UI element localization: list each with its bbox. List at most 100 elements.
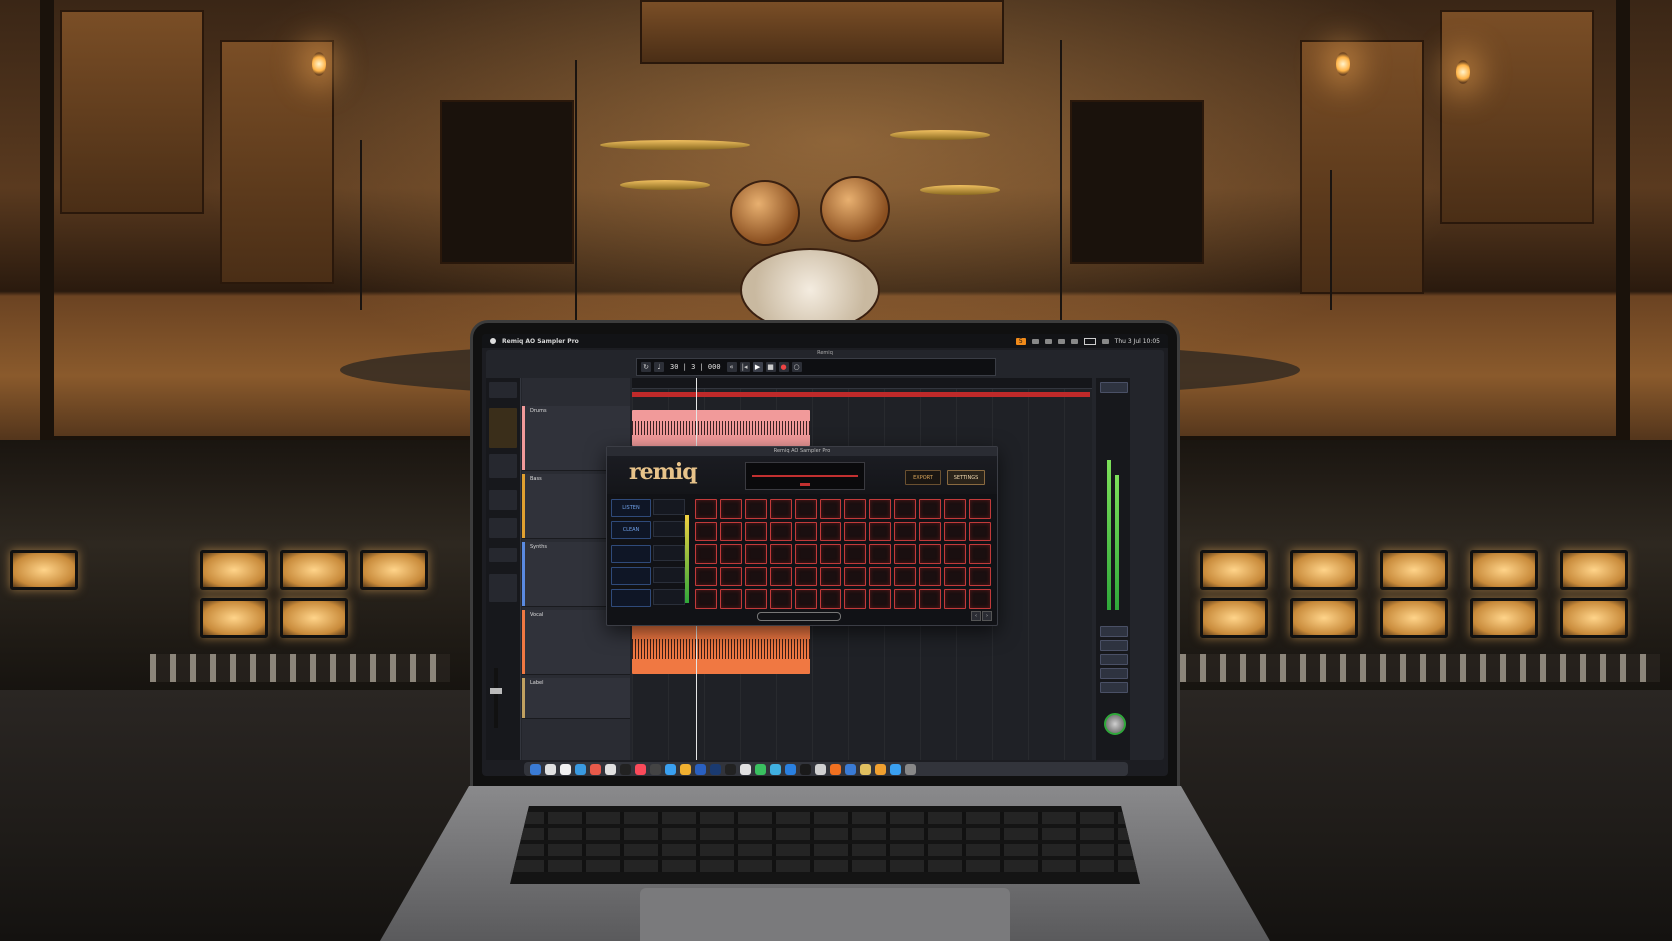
sample-pad[interactable] [719, 589, 742, 609]
sample-pad[interactable] [695, 566, 717, 587]
listen-mode-button[interactable]: LISTEN [611, 499, 651, 517]
sample-pad[interactable] [719, 566, 742, 587]
sample-pad[interactable] [794, 499, 817, 519]
sample-pad[interactable] [969, 521, 991, 542]
rewind-button[interactable]: « [726, 362, 737, 372]
sample-pad[interactable] [844, 499, 867, 519]
dock-app-icon[interactable] [575, 763, 586, 775]
settings-button[interactable]: SETTINGS [947, 470, 985, 485]
dock-app-icon[interactable] [875, 763, 886, 775]
sample-pad[interactable] [794, 589, 817, 609]
dock-app-icon[interactable] [710, 763, 721, 775]
sample-pad[interactable] [844, 521, 867, 542]
plugin-window-title[interactable]: Remiq AO Sampler Pro [607, 447, 997, 456]
sample-pad[interactable] [794, 521, 817, 542]
sample-pad[interactable] [969, 589, 991, 609]
sample-pad[interactable] [919, 566, 942, 587]
sample-pad[interactable] [794, 566, 817, 587]
sample-pad[interactable] [744, 544, 767, 564]
track-name[interactable]: Drums [530, 408, 547, 414]
mode-option-button[interactable] [611, 567, 651, 585]
sample-pad[interactable] [744, 521, 767, 542]
sample-pad[interactable] [944, 544, 967, 564]
sample-pad[interactable] [819, 521, 842, 542]
record-badge[interactable]: 5 [1015, 337, 1026, 345]
mode-option-button[interactable] [611, 589, 651, 607]
track-header[interactable]: Label [522, 678, 630, 719]
dock-app-icon[interactable] [800, 763, 811, 775]
sample-pad[interactable] [769, 544, 792, 564]
sample-pad[interactable] [969, 566, 991, 587]
sample-pad[interactable] [969, 544, 991, 564]
sample-pad[interactable] [894, 544, 917, 564]
dock-app-icon[interactable] [830, 763, 841, 775]
sample-pad[interactable] [719, 521, 742, 542]
sample-pad[interactable] [869, 589, 892, 609]
dock-app-icon[interactable] [545, 763, 556, 775]
cycle-icon[interactable]: ↻ [641, 362, 651, 372]
dock-app-icon[interactable] [665, 763, 676, 775]
sample-pad[interactable] [744, 499, 767, 519]
clean-mode-button[interactable]: CLEAN [611, 521, 651, 539]
inspector-section[interactable] [489, 518, 517, 538]
export-button[interactable]: EXPORT [905, 470, 941, 485]
sample-pad[interactable] [819, 544, 842, 564]
battery-icon[interactable] [1083, 337, 1096, 345]
timeline-ruler[interactable] [632, 378, 1092, 389]
output-option-button[interactable] [1100, 640, 1128, 651]
sample-pad[interactable] [969, 499, 991, 519]
sample-pad[interactable] [744, 589, 767, 609]
sample-pad[interactable] [719, 544, 742, 564]
sample-pad[interactable] [869, 544, 892, 564]
search-icon[interactable] [1101, 338, 1109, 344]
sample-pad[interactable] [695, 521, 717, 542]
sample-pad[interactable] [869, 499, 892, 519]
sample-pad[interactable] [819, 589, 842, 609]
record-button[interactable]: ● [778, 362, 789, 372]
preset-selector[interactable] [757, 612, 841, 621]
dock-app-icon[interactable] [725, 763, 736, 775]
track-name[interactable]: Label [530, 680, 544, 686]
dock-app-icon[interactable] [605, 763, 616, 775]
dock-app-icon[interactable] [785, 763, 796, 775]
track-name[interactable]: Bass [530, 476, 542, 482]
sample-pad[interactable] [794, 544, 817, 564]
sample-pad[interactable] [844, 589, 867, 609]
dock-app-icon[interactable] [650, 763, 661, 775]
plugin-waveform-display[interactable] [745, 462, 865, 490]
track-name[interactable]: Synths [530, 544, 547, 550]
menubar-status-icon[interactable] [1031, 338, 1039, 344]
output-option-button[interactable] [1100, 682, 1128, 693]
sample-pad[interactable] [769, 499, 792, 519]
inspector-plugin-slot[interactable] [489, 408, 517, 448]
sample-pad[interactable] [719, 499, 742, 519]
sample-pad[interactable] [894, 521, 917, 542]
sample-pad[interactable] [744, 566, 767, 587]
dock-app-icon[interactable] [860, 763, 871, 775]
sample-pad[interactable] [894, 566, 917, 587]
loop-button[interactable]: ○ [791, 362, 802, 372]
dock-app-icon[interactable] [620, 763, 631, 775]
sample-pad[interactable] [769, 521, 792, 542]
apple-icon[interactable] [490, 338, 496, 344]
stop-button[interactable]: ■ [765, 362, 776, 372]
prev-page-button[interactable]: ‹ [971, 611, 981, 621]
sample-pad[interactable] [819, 499, 842, 519]
sample-pad[interactable] [844, 544, 867, 564]
dock-app-icon[interactable] [695, 763, 706, 775]
output-option-button[interactable] [1100, 654, 1128, 665]
dock-app-icon[interactable] [890, 763, 901, 775]
audio-clip[interactable] [632, 410, 810, 446]
output-option-button[interactable] [1100, 626, 1128, 637]
dock-app-icon[interactable] [635, 763, 646, 775]
output-routing-icon[interactable] [1100, 382, 1128, 393]
next-page-button[interactable]: › [982, 611, 992, 621]
sample-pad[interactable] [894, 499, 917, 519]
sample-pad[interactable] [894, 589, 917, 609]
dock-app-icon[interactable] [530, 763, 541, 775]
metronome-icon[interactable]: ♩ [654, 362, 664, 372]
sample-pad[interactable] [695, 589, 717, 609]
sample-pad[interactable] [695, 544, 717, 564]
inspector-section[interactable] [489, 548, 517, 562]
dock-app-icon[interactable] [560, 763, 571, 775]
